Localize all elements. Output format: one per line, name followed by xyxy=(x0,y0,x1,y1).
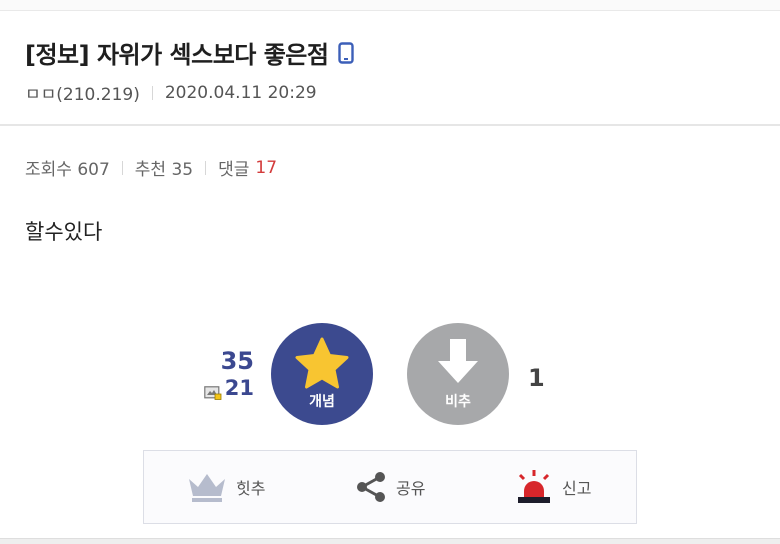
post-body: 할수있다 xyxy=(25,220,103,244)
divider xyxy=(205,160,207,175)
report-button[interactable]: 신고 xyxy=(514,451,591,523)
up-vote-counts: 35 21 xyxy=(203,347,254,400)
downvote-button[interactable]: 비추 xyxy=(407,323,509,425)
fixed-up-value: 21 xyxy=(224,376,254,400)
post-action-bar: 힛추 공유 신고 xyxy=(143,450,637,524)
downvote-label: 비추 xyxy=(445,394,471,410)
post-datetime: 2020.04.11 20:29 xyxy=(164,82,317,103)
report-label: 신고 xyxy=(562,479,592,498)
view-count: 조회수 607 xyxy=(25,160,110,180)
post-stats: 조회수 607 추천 35 댓글 17 xyxy=(25,155,277,181)
hit-recommend-button[interactable]: 힛추 xyxy=(186,451,265,523)
share-button[interactable]: 공유 xyxy=(354,451,425,523)
post-header: [정보] 자위가 섹스보다 좋은점 ㅁㅁ(210.219) 2020.04.11… xyxy=(0,11,780,123)
header-divider xyxy=(0,124,780,126)
crown-icon xyxy=(189,474,225,502)
comment-count[interactable]: 17 xyxy=(255,158,277,178)
up-vote-count: 35 xyxy=(220,347,254,375)
post-meta: ㅁㅁ(210.219) 2020.04.11 20:29 xyxy=(25,80,317,106)
share-icon xyxy=(357,472,385,502)
post-title-text: [정보] 자위가 섹스보다 좋은점 xyxy=(25,41,329,69)
bottom-strip xyxy=(0,538,780,544)
divider xyxy=(151,85,153,100)
down-vote-count: 1 xyxy=(528,364,545,392)
recommend-count: 추천 35 xyxy=(134,160,194,180)
divider xyxy=(121,160,123,175)
mobile-phone-icon xyxy=(338,41,355,64)
gallery-fix-icon xyxy=(203,381,222,400)
comment-label: 댓글 xyxy=(218,160,250,180)
siren-icon xyxy=(518,470,550,503)
hit-recommend-label: 힛추 xyxy=(236,479,266,498)
post-title: [정보] 자위가 섹스보다 좋은점 xyxy=(25,35,355,70)
upvote-button[interactable]: 개념 xyxy=(271,323,373,425)
top-strip xyxy=(0,0,780,11)
author-name[interactable]: ㅁㅁ(210.219) xyxy=(25,80,140,105)
share-label: 공유 xyxy=(396,479,426,498)
fixed-up-count: 21 xyxy=(203,376,254,400)
upvote-label: 개념 xyxy=(309,394,335,410)
